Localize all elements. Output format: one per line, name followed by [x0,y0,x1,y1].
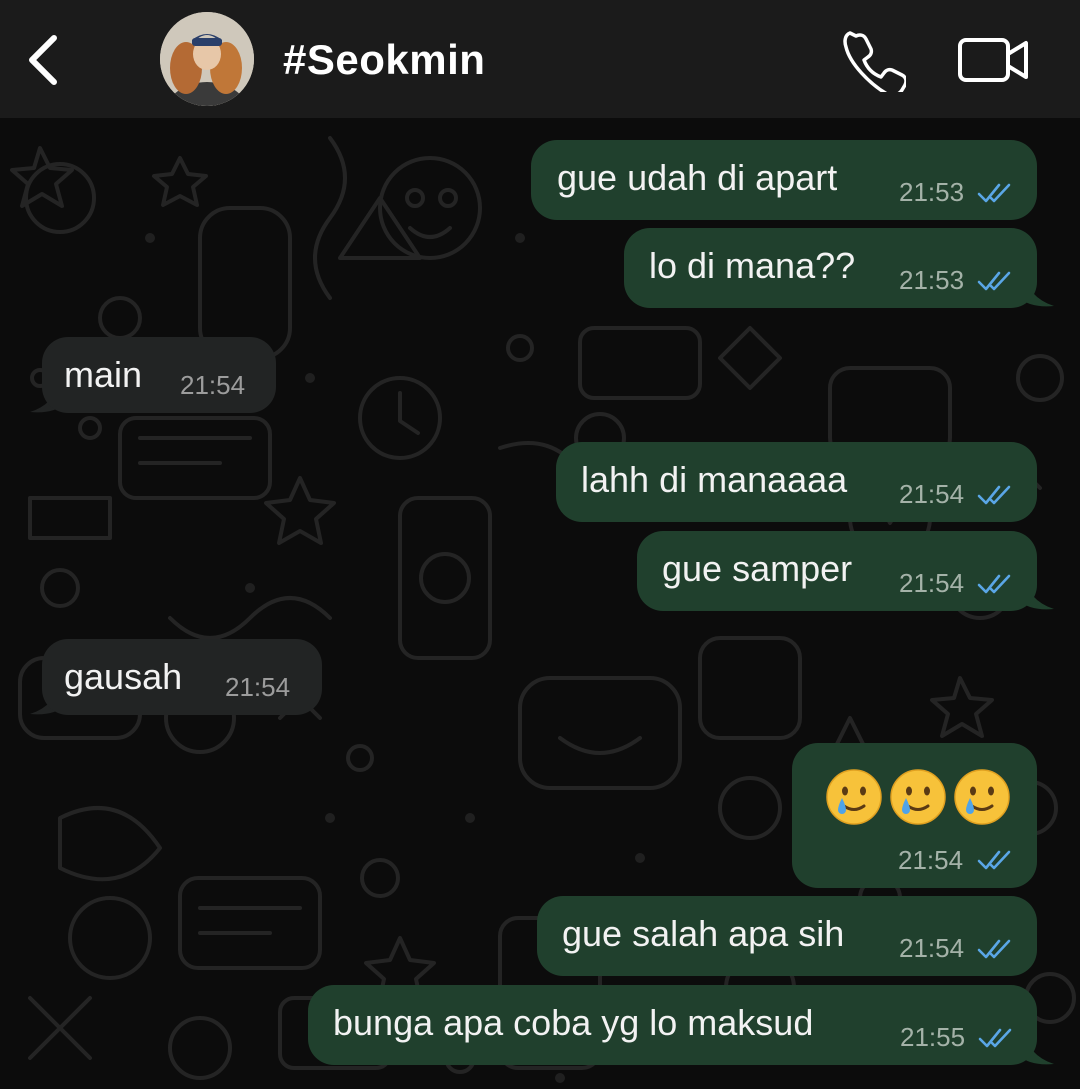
message-time: 21:55 [900,1022,966,1052]
double-check-icon [977,485,1011,505]
incoming-message[interactable]: gausah 21:54 [42,639,322,715]
outgoing-message[interactable]: gue samper 21:54 [637,531,1037,611]
message-text: gausah [64,656,183,697]
voice-call-button[interactable] [842,28,908,97]
message-time: 21:53 [899,265,965,295]
message-time: 21:54 [180,370,246,400]
message-text: lahh di manaaaa [581,459,848,500]
message-text: lo di mana?? [649,245,856,286]
outgoing-message[interactable]: bunga apa coba yg lo maksud 21:55 [308,985,1037,1065]
message-time: 21:54 [899,568,965,598]
outgoing-message[interactable]: lahh di manaaaa 21:54 [556,442,1037,522]
message-time: 21:54 [899,479,965,509]
contact-avatar[interactable] [160,12,254,106]
message-time: 21:53 [899,177,965,207]
outgoing-message[interactable]: lo di mana?? 21:53 [624,228,1037,308]
double-check-icon [978,1028,1012,1048]
outgoing-message[interactable]: gue salah apa sih 21:54 [537,896,1037,976]
video-camera-icon [958,38,1028,82]
message-text: gue udah di apart [557,157,838,198]
outgoing-emoji-message[interactable]: 🥲🥲🥲 [792,743,1037,888]
avatar-photo-icon [160,12,254,106]
chevron-left-icon [29,35,57,85]
message-text: gue samper [662,548,853,589]
message-text: gue salah apa sih [562,913,845,954]
phone-icon [843,31,908,97]
message-time: 21:54 [898,845,964,875]
chat-header: #Seokmin [0,0,1080,118]
back-button[interactable] [18,28,68,92]
double-check-icon [977,939,1011,959]
double-check-icon [977,271,1011,291]
double-check-icon [977,183,1011,203]
outgoing-message[interactable]: gue udah di apart 21:53 [531,140,1037,220]
chat-screen: #Seokmin gue udah di apart 21:53 lo di m… [0,0,1080,1089]
incoming-message[interactable]: main 21:54 [42,337,276,413]
double-check-icon [977,850,1011,870]
contact-name[interactable]: #Seokmin [283,34,485,86]
video-call-button[interactable] [956,34,1032,86]
message-time: 21:54 [225,672,291,702]
double-check-icon [977,574,1011,594]
message-time: 21:54 [899,933,965,963]
message-text: bunga apa coba yg lo maksud [333,1002,814,1043]
emoji-row [824,767,1012,827]
message-text: main [64,354,143,395]
smiling-face-with-tear-icon [826,769,882,825]
smiling-face-with-tear-icon [890,769,946,825]
smiling-face-with-tear-icon [954,769,1010,825]
